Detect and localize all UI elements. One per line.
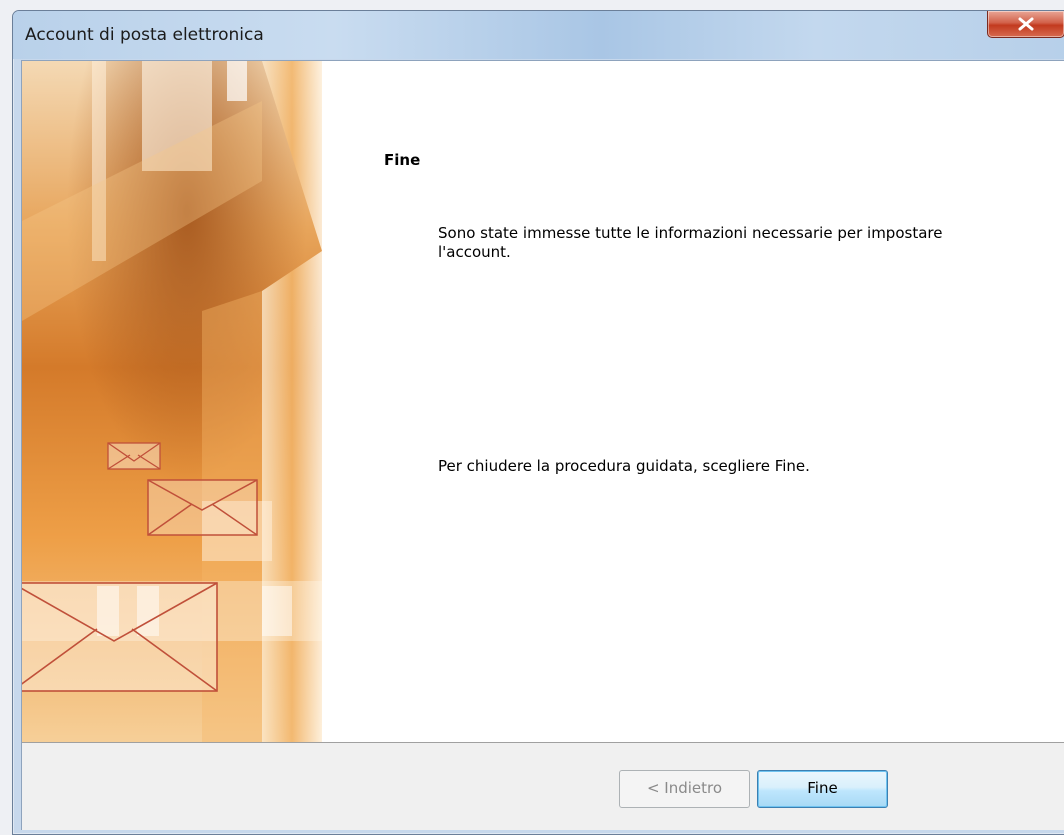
instruction-text: Per chiudere la procedura guidata, scegl… <box>438 457 810 475</box>
close-button[interactable] <box>987 11 1064 38</box>
envelope-icon <box>147 479 258 536</box>
completion-message: Sono state immesse tutte le informazioni… <box>438 224 943 261</box>
window-title: Account di posta elettronica <box>25 25 264 45</box>
wizard-window: Account di posta elettronica Fine Sono s… <box>12 10 1064 835</box>
envelope-icon <box>107 442 161 470</box>
wizard-client-area: Fine Sono state immesse tutte le informa… <box>21 60 1064 830</box>
back-button: < Indietro <box>619 770 750 808</box>
wizard-banner-image <box>22 61 322 742</box>
page-heading: Fine <box>384 151 421 169</box>
title-bar[interactable]: Account di posta elettronica <box>13 11 1064 59</box>
button-bar: < Indietro Fine <box>22 742 1064 830</box>
finish-button[interactable]: Fine <box>757 770 888 808</box>
close-icon <box>1018 17 1034 31</box>
envelope-icon <box>22 582 218 692</box>
wizard-content: Fine Sono state immesse tutte le informa… <box>322 61 1064 742</box>
